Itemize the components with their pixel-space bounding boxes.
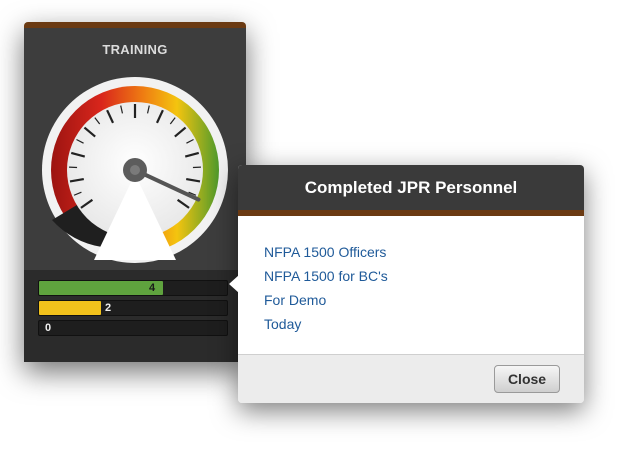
training-widget: TRAINING 4 2 0 — [24, 22, 246, 362]
bar-fill-1 — [39, 281, 163, 295]
popup-title: Completed JPR Personnel — [238, 165, 584, 216]
popup-link-today[interactable]: Today — [264, 312, 584, 336]
close-button[interactable]: Close — [494, 365, 560, 393]
popup-body: NFPA 1500 Officers NFPA 1500 for BC's Fo… — [238, 216, 584, 336]
bar-track-1: 4 — [38, 280, 228, 296]
popup-footer: Close — [238, 354, 584, 403]
bar-value-2: 2 — [105, 302, 112, 314]
popup-link-officers[interactable]: NFPA 1500 Officers — [264, 240, 584, 264]
bar-value-1: 4 — [149, 282, 156, 294]
bars-panel: 4 2 0 — [24, 270, 246, 362]
widget-title: TRAINING — [102, 42, 168, 57]
completed-jpr-popup: Completed JPR Personnel NFPA 1500 Office… — [238, 165, 584, 403]
bar-value-3: 0 — [45, 322, 52, 334]
bar-track-2: 2 — [38, 300, 228, 316]
popup-link-demo[interactable]: For Demo — [264, 288, 584, 312]
popup-link-bcs[interactable]: NFPA 1500 for BC's — [264, 264, 584, 288]
training-gauge — [42, 77, 228, 263]
popup-pointer — [229, 275, 239, 293]
bar-fill-2 — [39, 301, 101, 315]
bar-track-3: 0 — [38, 320, 228, 336]
